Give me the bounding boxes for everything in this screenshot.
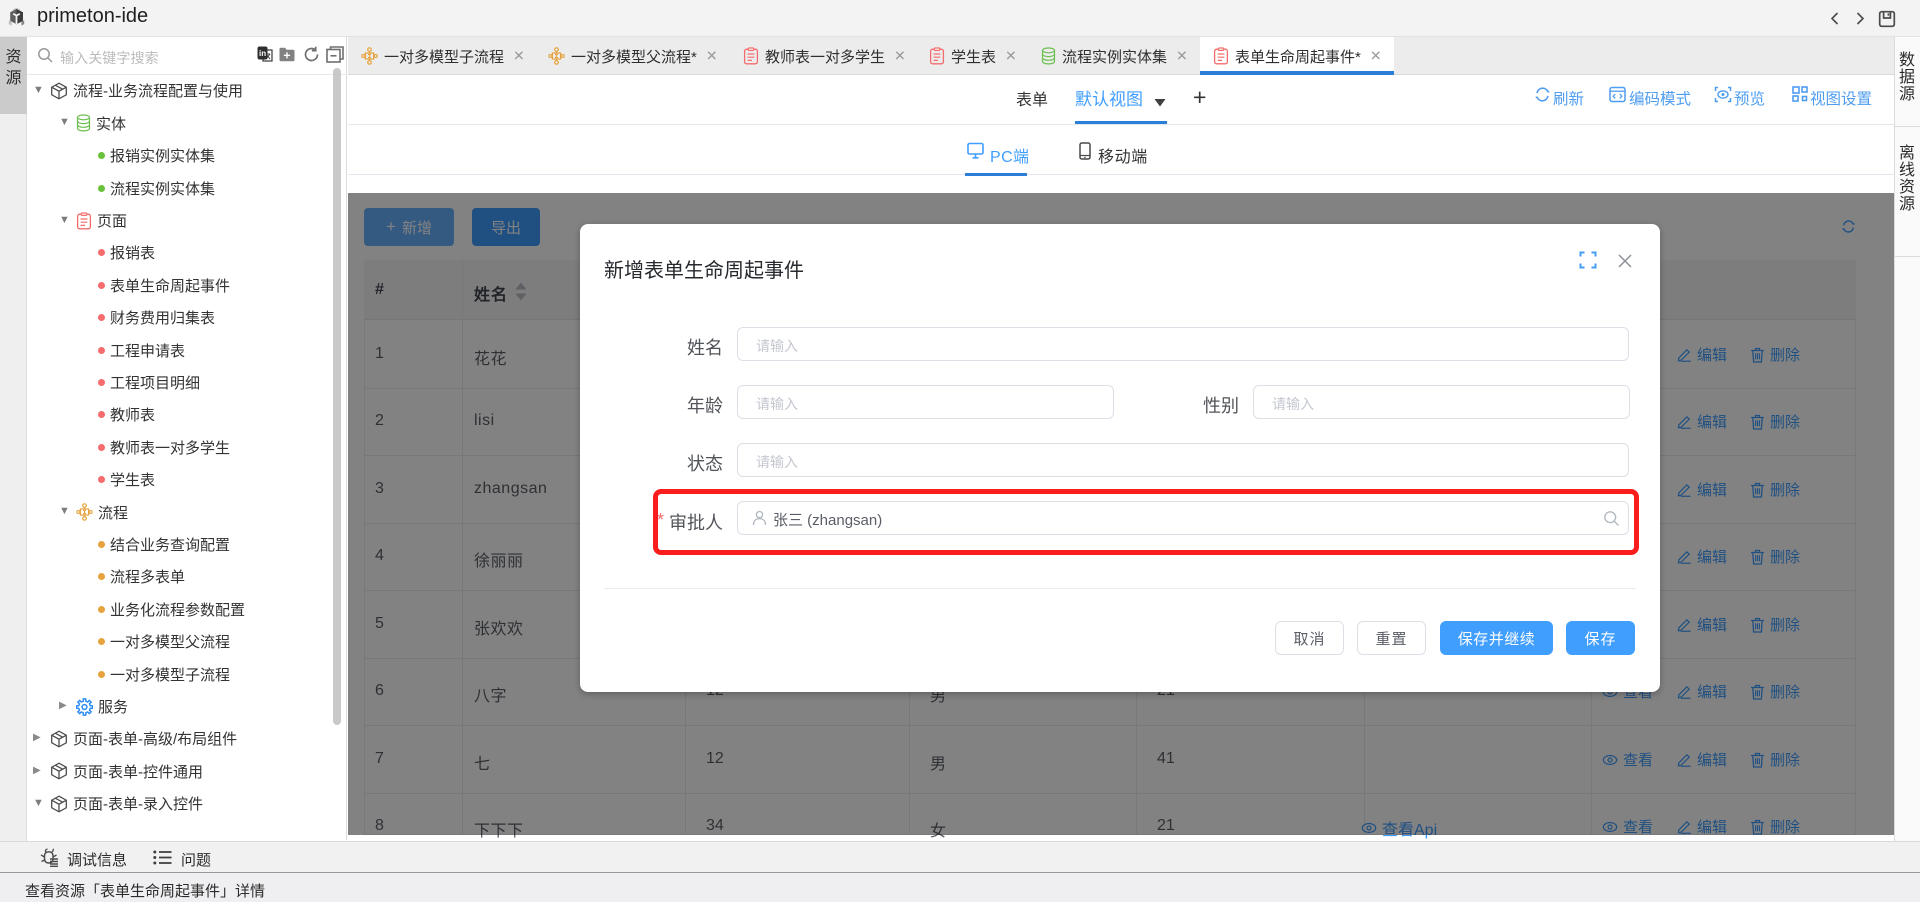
svg-text:in: in (259, 49, 266, 58)
